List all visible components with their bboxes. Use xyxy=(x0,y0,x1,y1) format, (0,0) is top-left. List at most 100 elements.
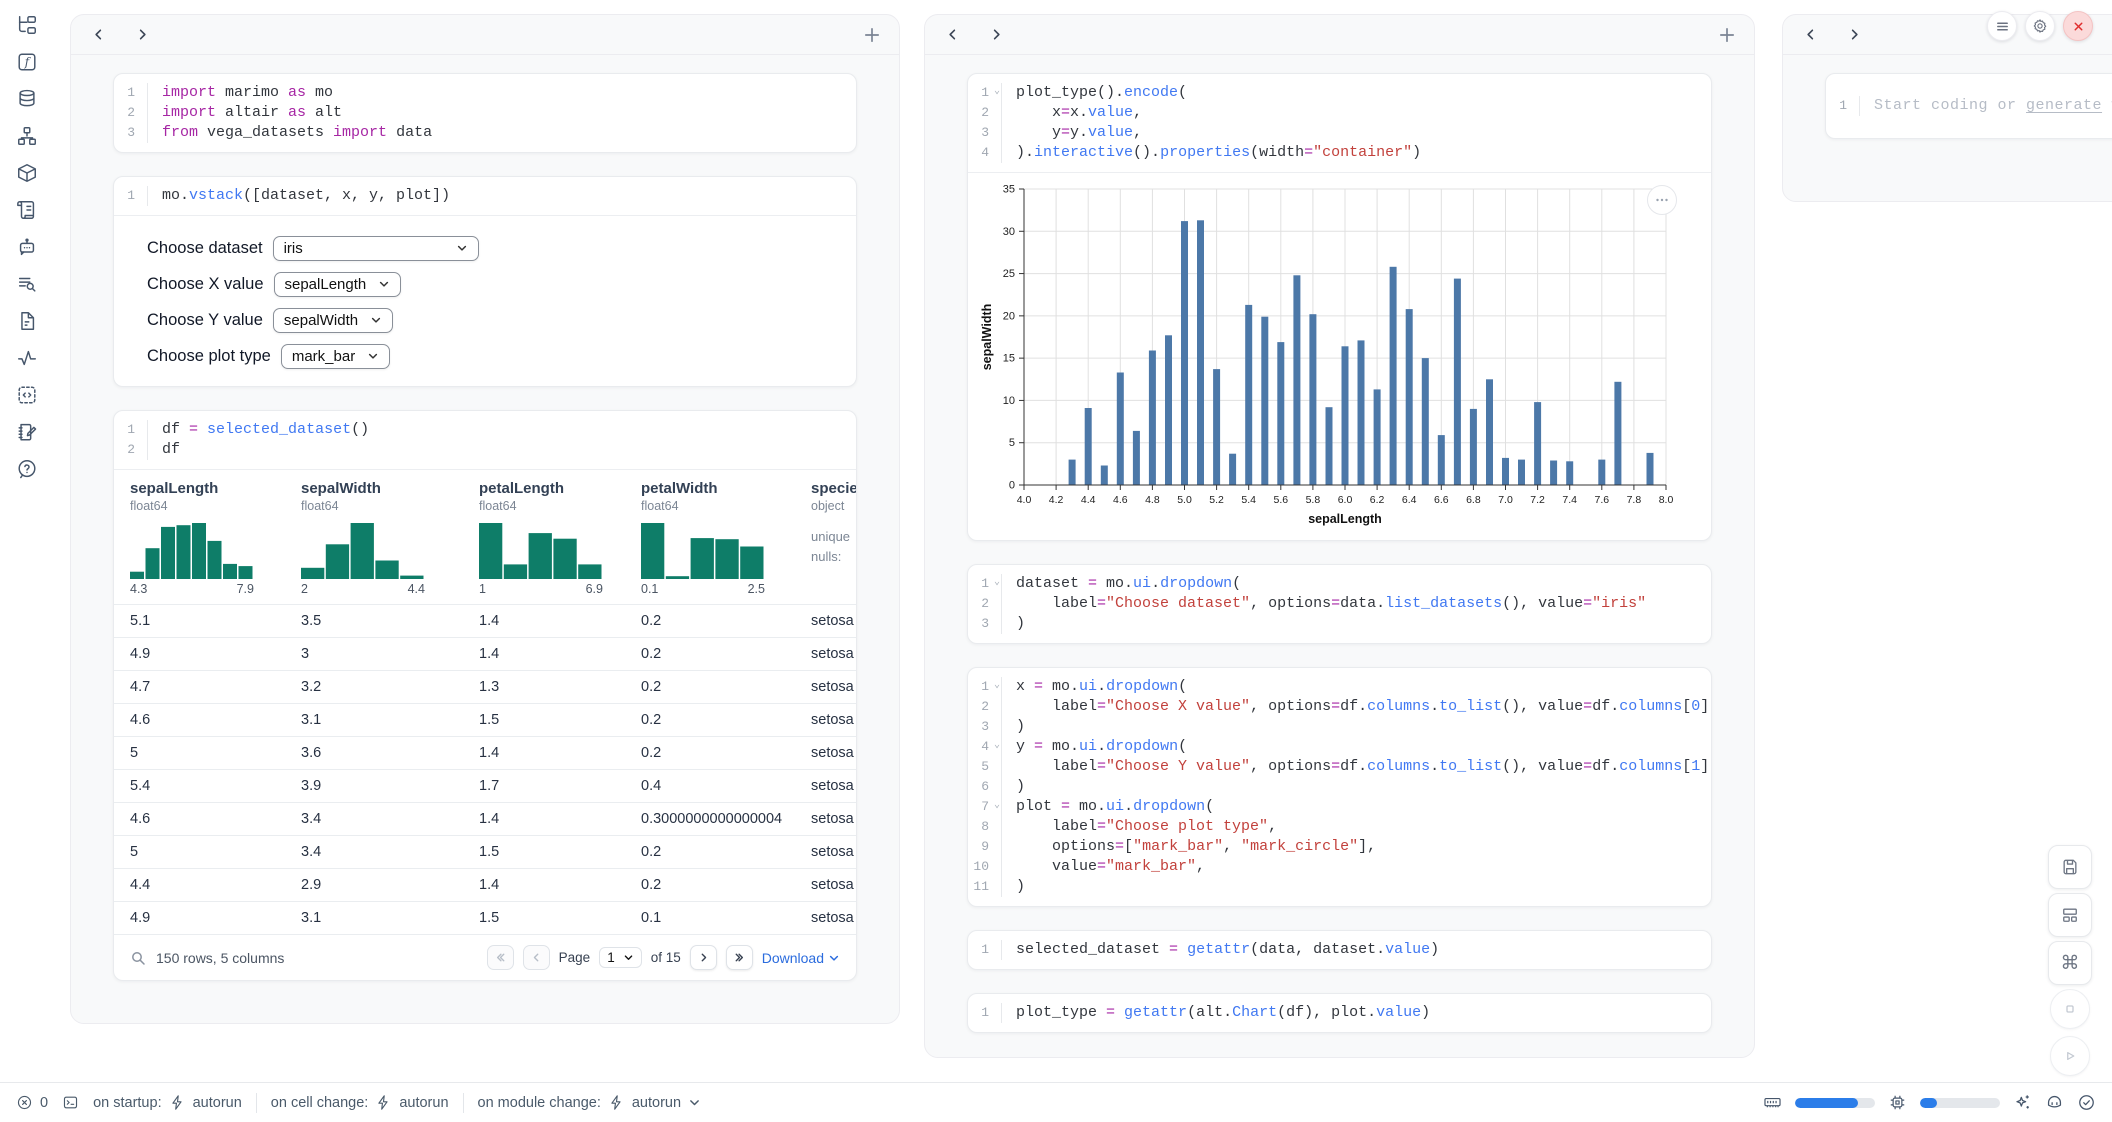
code-editor[interactable]: 1 Start coding or generate with xyxy=(1826,74,2112,138)
on-cell-change-setting[interactable]: on cell change: autorun xyxy=(271,1094,449,1111)
database-icon[interactable] xyxy=(16,88,38,110)
stop-button[interactable] xyxy=(2050,989,2090,1029)
code-editor[interactable]: 1import marimo as mo2import altair as al… xyxy=(114,74,856,152)
code-snippet-icon[interactable] xyxy=(16,384,38,406)
y-value-select[interactable]: sepalWidth xyxy=(273,308,393,333)
code-editor[interactable]: 1plot_type = getattr(alt.Chart(df), plot… xyxy=(968,994,1711,1032)
column-header[interactable]: petalLength float64 16.9 xyxy=(463,480,625,602)
document-icon[interactable] xyxy=(16,310,38,332)
generate-link[interactable]: generate xyxy=(2026,97,2102,114)
svg-text:20: 20 xyxy=(1003,310,1015,322)
column-next-button[interactable] xyxy=(1845,26,1863,44)
chevron-down-icon xyxy=(370,314,382,326)
errors-indicator[interactable]: 0 xyxy=(16,1094,48,1111)
copilot-icon[interactable] xyxy=(2045,1093,2064,1112)
table-cell: setosa xyxy=(795,910,856,926)
add-cell-button[interactable] xyxy=(1718,26,1736,44)
line-number: 7⌄ xyxy=(968,797,1002,817)
help-icon[interactable] xyxy=(16,458,38,480)
column-prev-button[interactable] xyxy=(943,26,961,44)
code-line: 8 label="Choose plot type", xyxy=(968,817,1711,837)
svg-text:7.2: 7.2 xyxy=(1530,494,1545,506)
on-module-change-setting[interactable]: on module change: autorun xyxy=(478,1094,702,1111)
dataset-select[interactable]: iris xyxy=(273,236,479,261)
table-cell: 4.4 xyxy=(114,877,285,893)
table-row[interactable]: 4.93.11.50.1setosa xyxy=(114,901,856,934)
scratchpad-icon[interactable] xyxy=(16,421,38,443)
save-button[interactable] xyxy=(2048,845,2092,889)
column-next-button[interactable] xyxy=(133,26,151,44)
menu-button[interactable] xyxy=(1987,11,2017,41)
line-number: 11 xyxy=(968,877,1002,897)
column-header[interactable]: sepalWidth float64 24.4 xyxy=(285,480,463,602)
package-icon[interactable] xyxy=(16,162,38,184)
on-startup-setting[interactable]: on startup: autorun xyxy=(93,1094,242,1111)
code-line: 1⌄dataset = mo.ui.dropdown( xyxy=(968,574,1711,594)
function-icon[interactable]: f xyxy=(16,51,38,73)
chevron-down-icon xyxy=(623,952,634,963)
table-row[interactable]: 4.42.91.40.2setosa xyxy=(114,868,856,901)
page-select[interactable]: 1 xyxy=(599,947,642,968)
code-editor[interactable]: 1⌄x = mo.ui.dropdown(2 label="Choose X v… xyxy=(968,668,1711,906)
run-button[interactable] xyxy=(2050,1036,2090,1076)
file-tree-icon[interactable] xyxy=(16,14,38,36)
table-row[interactable]: 4.63.41.40.3000000000000004setosa xyxy=(114,802,856,835)
code-editor[interactable]: 1selected_dataset = getattr(data, datase… xyxy=(968,931,1711,969)
code-editor[interactable]: 1df = selected_dataset()2df xyxy=(114,411,856,469)
script-icon[interactable] xyxy=(16,199,38,221)
terminal-button[interactable] xyxy=(62,1094,79,1111)
table-row[interactable]: 4.73.21.30.2setosa xyxy=(114,670,856,703)
first-page-button[interactable] xyxy=(487,945,514,970)
next-page-button[interactable] xyxy=(690,945,717,970)
table-row[interactable]: 5.13.51.40.2setosa xyxy=(114,604,856,637)
chart-menu-button[interactable] xyxy=(1647,185,1677,215)
table-cell: setosa xyxy=(795,679,856,695)
column-header[interactable]: species object unique nulls: xyxy=(795,480,856,602)
code-editor[interactable]: 1⌄plot_type().encode(2 x=x.value,3 y=y.v… xyxy=(968,74,1711,172)
log-search-icon[interactable] xyxy=(16,273,38,295)
table-cell: 5.4 xyxy=(114,778,285,794)
settings-button[interactable] xyxy=(2025,11,2055,41)
column-prev-button[interactable] xyxy=(1801,26,1819,44)
table-row[interactable]: 53.41.50.2setosa xyxy=(114,835,856,868)
last-page-button[interactable] xyxy=(726,945,753,970)
connection-status-icon[interactable] xyxy=(2077,1093,2096,1112)
prev-page-button[interactable] xyxy=(523,945,550,970)
table-rows: 5.13.51.40.2setosa4.931.40.2setosa4.73.2… xyxy=(114,604,856,934)
x-value-select[interactable]: sepalLength xyxy=(274,272,402,297)
code-line: 4⌄y = mo.ui.dropdown( xyxy=(968,737,1711,757)
cpu-usage-meter xyxy=(1920,1098,2000,1108)
column-next-button[interactable] xyxy=(987,26,1005,44)
column-prev-button[interactable] xyxy=(89,26,107,44)
imports-cell: 1import marimo as mo2import altair as al… xyxy=(113,73,857,153)
column-header[interactable]: sepalLength float64 4.37.9 xyxy=(114,480,285,602)
activity-icon[interactable] xyxy=(16,347,38,369)
icon-rail: f xyxy=(0,0,54,480)
download-button[interactable]: Download xyxy=(762,950,840,966)
table-row[interactable]: 53.61.40.2setosa xyxy=(114,736,856,769)
add-cell-button[interactable] xyxy=(863,26,881,44)
line-number: 2 xyxy=(114,440,148,460)
ai-sparkles-icon[interactable] xyxy=(2013,1093,2032,1112)
code-editor[interactable]: 1⌄dataset = mo.ui.dropdown(2 label="Choo… xyxy=(968,565,1711,643)
layout-button[interactable] xyxy=(2048,893,2092,937)
table-cell: 3.4 xyxy=(285,844,463,860)
code-editor[interactable]: 1mo.vstack([dataset, x, y, plot]) xyxy=(114,177,856,215)
dependency-graph-icon[interactable] xyxy=(16,125,38,147)
column-header[interactable]: petalWidth float64 0.12.5 xyxy=(625,480,795,602)
bar-chart[interactable]: 4.04.24.44.64.85.05.25.45.65.86.06.26.46… xyxy=(978,179,1703,536)
table-cell: 4.6 xyxy=(114,712,285,728)
fold-icon: ⌄ xyxy=(994,796,1000,816)
table-row[interactable]: 4.63.11.50.2setosa xyxy=(114,703,856,736)
column-histogram xyxy=(641,521,795,579)
chat-bot-icon[interactable] xyxy=(16,236,38,258)
keyboard-shortcuts-button[interactable]: ⌘ xyxy=(2048,941,2092,985)
chart-output[interactable]: 4.04.24.44.64.85.05.25.45.65.86.06.26.46… xyxy=(968,173,1711,540)
close-panel-button[interactable] xyxy=(2063,11,2093,41)
line-number: 3 xyxy=(114,123,148,143)
plot-type-select[interactable]: mark_bar xyxy=(281,344,390,369)
table-row[interactable]: 4.931.40.2setosa xyxy=(114,637,856,670)
table-row[interactable]: 5.43.91.70.4setosa xyxy=(114,769,856,802)
svg-text:6.8: 6.8 xyxy=(1466,494,1481,506)
search-icon[interactable] xyxy=(130,950,146,966)
